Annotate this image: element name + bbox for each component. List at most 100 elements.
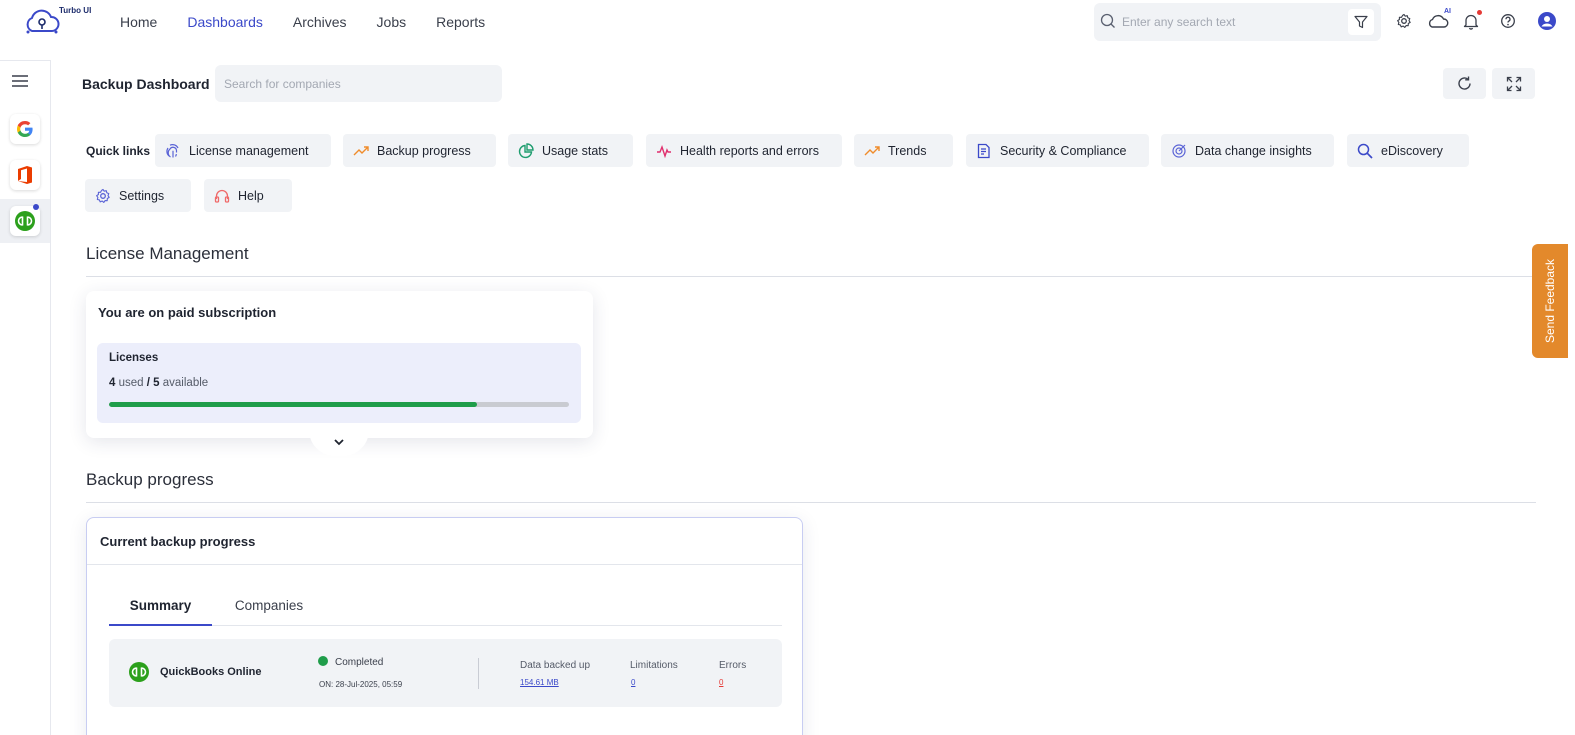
- hamburger-icon: [12, 75, 28, 87]
- backup-section-title: Backup progress: [86, 470, 214, 489]
- filter-icon: [1354, 15, 1368, 29]
- chevron-down-icon: [334, 439, 344, 446]
- main-nav: Home Dashboards Archives Jobs Reports: [120, 0, 515, 44]
- expand-icon: [1506, 76, 1521, 91]
- quick-link-label: Help: [238, 188, 264, 203]
- refresh-button[interactable]: [1443, 68, 1486, 99]
- google-icon: [17, 121, 33, 137]
- nav-archives[interactable]: Archives: [293, 14, 347, 30]
- bell-icon: [1463, 14, 1479, 30]
- global-search: [1094, 3, 1381, 41]
- cloud-ai-icon: [1428, 14, 1449, 28]
- quick-link-label: Trends: [888, 143, 927, 158]
- quick-link-label: Settings: [119, 188, 165, 203]
- app-tile: [10, 114, 40, 144]
- backup-progress-card: Current backup progress Summary Companie…: [86, 517, 803, 735]
- nav-home[interactable]: Home: [120, 14, 157, 30]
- backup-summary-row: QuickBooks Online Completed ON: 28-Jul-2…: [109, 639, 782, 707]
- card-divider: [87, 564, 802, 565]
- backup-tabs: Summary Companies: [109, 598, 782, 626]
- company-search-input[interactable]: [215, 65, 502, 102]
- licenses-panel: Licenses 4 used / 5 available: [97, 343, 581, 423]
- refresh-icon: [1458, 76, 1471, 90]
- gear-icon: [1397, 13, 1411, 28]
- errors-label: Errors: [719, 660, 747, 671]
- quickbooks-icon: [15, 211, 35, 231]
- notification-badge: [1477, 10, 1482, 15]
- quick-link-label: Usage stats: [542, 143, 609, 158]
- settings-button[interactable]: [1393, 10, 1415, 32]
- quick-link-trends[interactable]: Trends: [854, 134, 953, 167]
- licenses-available: 5: [153, 377, 160, 389]
- nav-jobs[interactable]: Jobs: [377, 14, 407, 30]
- section-divider: [86, 502, 1536, 503]
- licenses-used: 4: [109, 377, 116, 389]
- profile-button[interactable]: [1536, 10, 1558, 32]
- sidebar-app-quickbooks[interactable]: [0, 199, 50, 243]
- used-label: used: [118, 377, 144, 389]
- quick-links-label: Quick links: [86, 144, 151, 158]
- available-label: available: [162, 377, 209, 389]
- nav-reports[interactable]: Reports: [436, 14, 485, 30]
- quick-link-label: License management: [189, 143, 309, 158]
- quick-link-label: Security & Compliance: [1000, 143, 1127, 158]
- send-feedback-label: Send Feedback: [1543, 258, 1557, 344]
- filter-button[interactable]: [1348, 9, 1374, 35]
- cloud-logo-icon: [26, 9, 60, 34]
- sidebar-menu-button[interactable]: [9, 70, 31, 92]
- quick-link-help[interactable]: Help: [204, 179, 292, 212]
- trend-up-icon: [864, 143, 880, 159]
- row-divider: [478, 658, 479, 689]
- errors-link[interactable]: 0: [719, 678, 723, 687]
- quick-link-license-management[interactable]: License management: [155, 134, 331, 167]
- data-backed-up-link[interactable]: 154.61 MB: [520, 678, 559, 687]
- global-search-input[interactable]: [1122, 13, 1342, 31]
- app-tile: [10, 206, 40, 236]
- licenses-label: Licenses: [109, 352, 159, 364]
- top-navigation-bar: Turbo UI Home Dashboards Archives Jobs R…: [0, 0, 1575, 44]
- send-feedback-button[interactable]: Send Feedback: [1532, 244, 1568, 358]
- quick-link-usage-stats[interactable]: Usage stats: [508, 134, 633, 167]
- sidebar-active-indicator: [33, 204, 39, 210]
- limitations-link[interactable]: 0: [631, 678, 635, 687]
- logo-text: Turbo UI: [59, 6, 92, 15]
- office-icon: [18, 166, 32, 184]
- sidebar-app-google[interactable]: [0, 107, 50, 151]
- quick-link-health-reports[interactable]: Health reports and errors: [646, 134, 842, 167]
- pie-chart-icon: [518, 142, 534, 159]
- fullscreen-button[interactable]: [1492, 68, 1535, 99]
- sidebar-app-office[interactable]: [0, 153, 50, 197]
- user-avatar-icon: [1538, 12, 1556, 30]
- data-backed-up-label: Data backed up: [520, 660, 591, 671]
- license-card-title: You are on paid subscription: [98, 305, 277, 320]
- app-sidebar: [0, 60, 51, 735]
- search-icon: [1100, 13, 1115, 28]
- quick-link-ediscovery[interactable]: eDiscovery: [1347, 134, 1469, 167]
- backup-card-title: Current backup progress: [100, 534, 256, 549]
- tab-summary[interactable]: Summary: [109, 598, 212, 626]
- count-separator: /: [146, 377, 150, 389]
- app-name: QuickBooks Online: [160, 666, 262, 678]
- help-button[interactable]: [1497, 10, 1519, 32]
- quick-link-security-compliance[interactable]: Security & Compliance: [966, 134, 1149, 167]
- turbo-ui-logo[interactable]: Turbo UI: [22, 5, 94, 39]
- quick-link-data-change-insights[interactable]: Data change insights: [1161, 134, 1334, 167]
- fingerprint-icon: [165, 143, 181, 159]
- section-divider: [86, 276, 1536, 277]
- gear-icon: [95, 188, 111, 204]
- tab-companies[interactable]: Companies: [219, 598, 319, 626]
- license-card: You are on paid subscription Licenses 4 …: [86, 291, 593, 438]
- license-usage-bar: [109, 402, 569, 407]
- ai-label: AI: [1444, 8, 1451, 15]
- quick-link-settings[interactable]: Settings: [85, 179, 191, 212]
- quickbooks-icon: [129, 662, 149, 682]
- license-usage-fill: [109, 402, 477, 407]
- backup-status: Completed: [335, 657, 384, 668]
- quick-link-backup-progress[interactable]: Backup progress: [343, 134, 496, 167]
- nav-dashboards[interactable]: Dashboards: [187, 14, 263, 30]
- quick-link-label: eDiscovery: [1381, 143, 1443, 158]
- trend-up-icon: [353, 143, 369, 159]
- quick-link-label: Backup progress: [377, 143, 471, 158]
- quick-link-label: Data change insights: [1195, 143, 1312, 158]
- status-indicator: [318, 656, 328, 666]
